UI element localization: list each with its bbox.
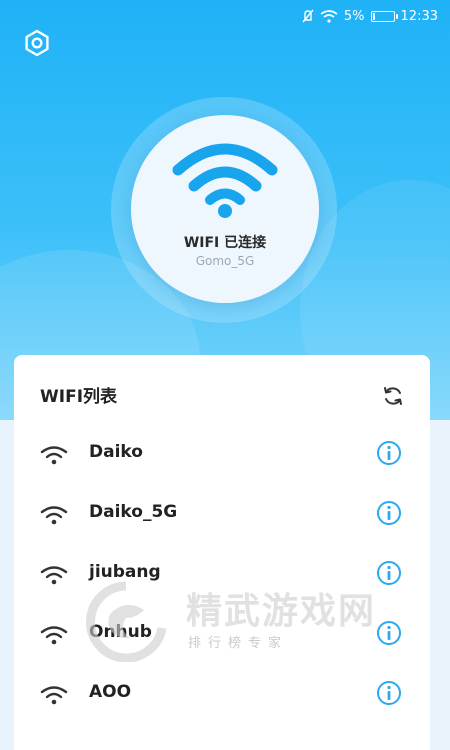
info-icon[interactable] (376, 560, 402, 586)
status-bar: 5% 12:33 (302, 6, 438, 26)
wifi-signal-icon (40, 686, 68, 705)
wifi-status-icon (320, 9, 338, 23)
info-icon[interactable] (376, 500, 402, 526)
clock: 12:33 (400, 8, 438, 24)
wifi-signal-icon (40, 626, 68, 645)
info-icon[interactable] (376, 620, 402, 646)
wifi-icon (172, 143, 278, 218)
network-name: Daiko_5G (89, 502, 178, 522)
wifi-list-title: WIFI列表 (40, 387, 118, 407)
wifi-signal-icon (40, 446, 68, 465)
info-icon[interactable] (376, 680, 402, 706)
battery-icon (370, 10, 398, 22)
wifi-list-item[interactable]: Onhub (14, 608, 430, 660)
battery-percent: 5% (343, 8, 365, 24)
wifi-list-item[interactable]: jiubang (14, 548, 430, 600)
network-name: jiubang (89, 562, 161, 582)
wifi-signal-icon (40, 566, 68, 585)
wifi-list-item[interactable]: Daiko_5G (14, 488, 430, 540)
settings-hexagon-icon[interactable] (22, 28, 52, 58)
connected-ssid: Gomo_5G (195, 254, 255, 268)
wifi-signal-icon (40, 506, 68, 525)
wifi-list-item[interactable]: Daiko (14, 428, 430, 480)
info-icon[interactable] (376, 440, 402, 466)
refresh-icon[interactable] (382, 385, 404, 407)
network-name: AOO (89, 682, 132, 702)
wifi-list-card: WIFI列表 Daiko Daiko_5Gjiubang Onhub AOO (14, 355, 430, 750)
network-name: Daiko (89, 442, 143, 462)
network-name: Onhub (89, 622, 152, 642)
connection-status: WIFI 已连接 (183, 235, 267, 251)
silent-icon (302, 9, 314, 23)
wifi-list-item[interactable]: AOO (14, 668, 430, 720)
